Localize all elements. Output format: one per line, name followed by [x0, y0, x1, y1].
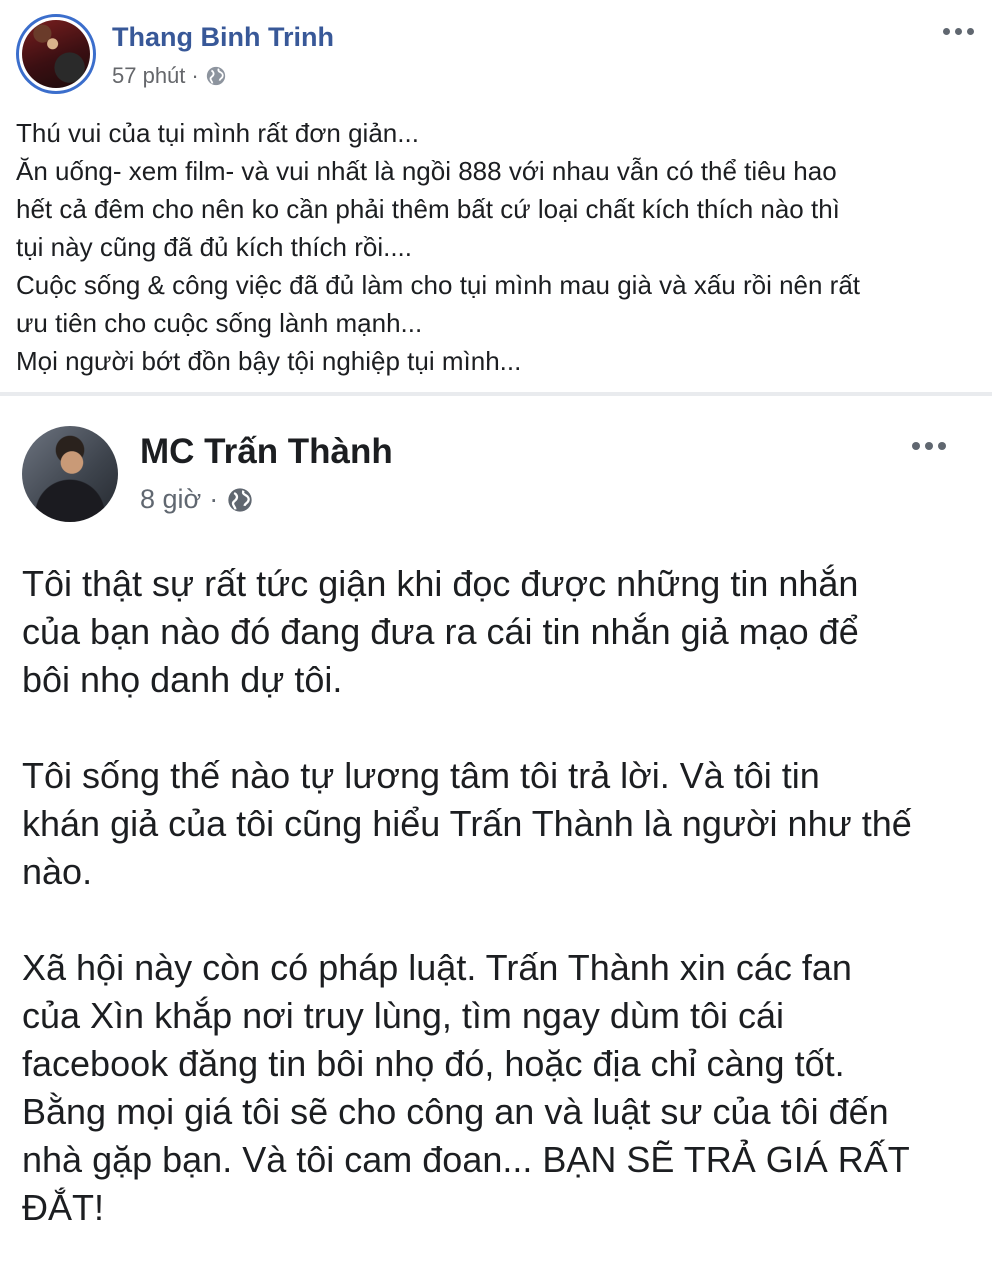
- embedded-post-timestamp: 8 giờ: [140, 484, 202, 514]
- dot-icon: [912, 442, 920, 450]
- embedded-text-line: facebook đăng tin bôi nhọ đó, hoặc địa c…: [22, 1043, 845, 1084]
- embedded-text-line: bôi nhọ danh dự tôi.: [22, 659, 343, 700]
- dot-icon: [967, 28, 974, 35]
- embedded-post-text: Tôi thật sự rất tức giận khi đọc được nh…: [22, 560, 972, 1232]
- post-card: Thang Binh Trinh 57 phút · Thú vui của t…: [0, 0, 992, 392]
- post-timestamp-link[interactable]: 57 phút: [112, 63, 185, 89]
- post-text-line: ưu tiên cho cuộc sống lành mạnh...: [16, 308, 423, 338]
- globe-icon[interactable]: [205, 65, 227, 87]
- dot-icon: [955, 28, 962, 35]
- author-avatar[interactable]: [16, 14, 96, 94]
- embedded-more-options-icon: [912, 442, 946, 450]
- dot-icon: [925, 442, 933, 450]
- post-text-line: Thú vui của tụi mình rất đơn giản...: [16, 118, 419, 148]
- embedded-text-line: Bằng mọi giá tôi sẽ cho công an và luật …: [22, 1091, 889, 1132]
- meta-separator: ·: [191, 63, 199, 88]
- post-text-line: hết cả đêm cho nên ko cần phải thêm bất …: [16, 194, 840, 224]
- embedded-text-line: của bạn nào đó đang đưa ra cái tin nhắn …: [22, 611, 859, 652]
- post-text-line: tụi này cũng đã đủ kích thích rồi....: [16, 232, 413, 262]
- embedded-text-line: Tôi thật sự rất tức giận khi đọc được nh…: [22, 563, 859, 604]
- author-name-link[interactable]: Thang Binh Trinh: [112, 22, 334, 53]
- post-text-line: Mọi người bớt đồn bậy tội nghiệp tụi mìn…: [16, 346, 522, 376]
- post-text: Thú vui của tụi mình rất đơn giản... Ăn …: [16, 114, 976, 380]
- post-meta: 57 phút ·: [112, 63, 227, 89]
- meta-separator: ·: [209, 484, 219, 514]
- dot-icon: [938, 442, 946, 450]
- embedded-text-line: ĐẮT!: [22, 1187, 105, 1228]
- avatar-photo: [22, 20, 90, 88]
- embedded-text-line: Xã hội này còn có pháp luật. Trấn Thành …: [22, 947, 852, 988]
- embedded-author-avatar: [22, 426, 118, 522]
- globe-icon: [228, 487, 252, 512]
- embedded-text-line: khán giả của tôi cũng hiểu Trấn Thành là…: [22, 803, 912, 844]
- embedded-author-name: MC Trấn Thành: [140, 432, 393, 471]
- embedded-text-line: nào.: [22, 851, 93, 892]
- embedded-post-meta: 8 giờ ·: [140, 484, 254, 515]
- embedded-text-line: của Xìn khắp nơi truy lùng, tìm ngay dùm…: [22, 995, 784, 1036]
- more-options-button[interactable]: [943, 28, 974, 35]
- embedded-text-line: Tôi sống thế nào tự lương tâm tôi trả lờ…: [22, 755, 820, 796]
- embedded-post-screenshot: MC Trấn Thành 8 giờ · Tôi thật sự rất tứ…: [0, 396, 992, 1272]
- post-text-line: Cuộc sống & công việc đã đủ làm cho tụi …: [16, 270, 861, 300]
- embedded-text-line: nhà gặp bạn. Và tôi cam đoan... BẠN SẼ T…: [22, 1139, 910, 1180]
- dot-icon: [943, 28, 950, 35]
- post-text-line: Ăn uống- xem film- và vui nhất là ngồi 8…: [16, 156, 837, 186]
